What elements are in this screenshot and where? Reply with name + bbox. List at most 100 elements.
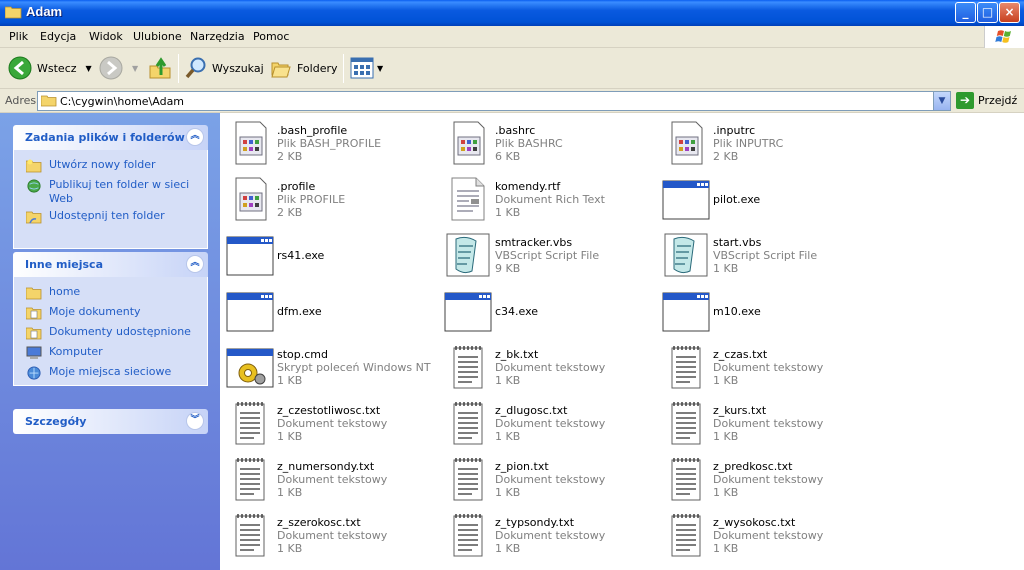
task-publish-web[interactable]: Publikuj ten folder w sieci Web — [14, 178, 207, 209]
file-item[interactable]: .inputrc Plik INPUTRC 2 KB — [656, 115, 866, 165]
file-name[interactable]: z_szerokosc.txt — [277, 516, 361, 529]
forward-button[interactable]: ▼ — [99, 54, 138, 82]
menu-widok[interactable]: Widok — [89, 30, 123, 43]
forward-dropdown-icon[interactable]: ▼ — [132, 64, 138, 73]
new-folder-icon — [26, 159, 42, 173]
txt-file-icon — [662, 399, 710, 447]
menu-narzedzia[interactable]: Narzędzia — [190, 30, 245, 43]
file-item[interactable]: z_czestotliwosc.txt Dokument tekstowy 1 KB — [220, 395, 430, 445]
file-item[interactable]: m10.exe — [656, 283, 866, 333]
file-name[interactable]: z_wysokosc.txt — [713, 516, 795, 529]
file-name[interactable]: z_predkosc.txt — [713, 460, 792, 473]
computer-icon — [26, 346, 42, 359]
file-name[interactable]: .profile — [277, 180, 315, 193]
file-name[interactable]: c34.exe — [495, 305, 538, 318]
file-item[interactable]: komendy.rtf Dokument Rich Text 1 KB — [438, 171, 648, 221]
file-name[interactable]: z_bk.txt — [495, 348, 538, 361]
file-name[interactable]: pilot.exe — [713, 193, 760, 206]
file-size: 1 KB — [277, 374, 303, 387]
file-name[interactable]: start.vbs — [713, 236, 761, 249]
file-name[interactable]: z_typsondy.txt — [495, 516, 574, 529]
file-item[interactable]: .bash_profile Plik BASH_PROFILE 2 KB — [220, 115, 430, 165]
place-label: Dokumenty udostępnione — [49, 325, 191, 338]
file-type: Skrypt poleceń Windows NT — [277, 361, 431, 374]
file-item[interactable]: z_numersondy.txt Dokument tekstowy 1 KB — [220, 451, 430, 501]
file-name[interactable]: dfm.exe — [277, 305, 322, 318]
file-item[interactable]: z_predkosc.txt Dokument tekstowy 1 KB — [656, 451, 866, 501]
file-item[interactable]: z_bk.txt Dokument tekstowy 1 KB — [438, 339, 648, 389]
file-name[interactable]: z_pion.txt — [495, 460, 549, 473]
file-type: Dokument tekstowy — [277, 529, 388, 542]
file-item[interactable]: stop.cmd Skrypt poleceń Windows NT 1 KB — [220, 339, 431, 389]
file-name[interactable]: komendy.rtf — [495, 180, 560, 193]
file-item[interactable]: .profile Plik PROFILE 2 KB — [220, 171, 430, 221]
file-name[interactable]: z_czas.txt — [713, 348, 767, 361]
file-name[interactable]: .bashrc — [495, 124, 535, 137]
file-list: .bash_profile Plik BASH_PROFILE 2 KB .bashr… — [220, 113, 1024, 570]
file-name[interactable]: stop.cmd — [277, 348, 328, 361]
folders-button[interactable]: Foldery — [269, 54, 338, 82]
place-shared-documents[interactable]: Dokumenty udostępnione — [14, 325, 207, 345]
menu-plik[interactable]: Plik — [9, 30, 28, 43]
address-input[interactable]: C:\cygwin\home\Adam ▼ — [37, 91, 951, 111]
views-dropdown-icon[interactable]: ▼ — [377, 64, 383, 73]
task-new-folder[interactable]: Utwórz nowy folder — [14, 158, 207, 178]
address-dropdown-icon[interactable]: ▼ — [933, 92, 950, 110]
file-name[interactable]: .bash_profile — [277, 124, 347, 137]
views-button[interactable]: ▼ — [350, 54, 383, 82]
file-name[interactable]: smtracker.vbs — [495, 236, 572, 249]
file-name[interactable]: z_czestotliwosc.txt — [277, 404, 380, 417]
other-places-header[interactable]: Inne miejsca ︽ — [13, 252, 208, 277]
minimize-button[interactable]: _ — [955, 2, 976, 23]
file-name[interactable]: z_dlugosc.txt — [495, 404, 567, 417]
file-name[interactable]: .inputrc — [713, 124, 755, 137]
place-label: Moje miejsca sieciowe — [49, 365, 172, 378]
search-button[interactable]: Wyszukaj — [184, 54, 264, 82]
address-value[interactable]: C:\cygwin\home\Adam — [60, 95, 184, 108]
details-header[interactable]: Szczegóły ︾ — [13, 409, 208, 434]
file-type: VBScript Script File — [713, 249, 818, 262]
back-button[interactable]: Wstecz ▼ — [8, 54, 92, 82]
address-bar: Adres C:\cygwin\home\Adam ▼ ➔ Przejdź — [0, 89, 1024, 113]
file-name[interactable]: z_kurs.txt — [713, 404, 766, 417]
menu-pomoc[interactable]: Pomoc — [253, 30, 289, 43]
close-button[interactable]: × — [999, 2, 1020, 23]
file-item[interactable]: z_szerokosc.txt Dokument tekstowy 1 KB — [220, 507, 430, 557]
toolbar-separator — [343, 54, 344, 83]
file-name[interactable]: m10.exe — [713, 305, 761, 318]
go-button[interactable]: ➔ Przejdź — [956, 92, 1017, 109]
place-my-documents[interactable]: Moje dokumenty — [14, 305, 207, 325]
file-name[interactable]: z_numersondy.txt — [277, 460, 374, 473]
file-tasks-header[interactable]: Zadania plików i folderów ︽ — [13, 125, 208, 150]
expand-chevron-icon[interactable]: ︾ — [186, 412, 204, 430]
file-item[interactable]: pilot.exe — [656, 171, 866, 221]
up-folder-button[interactable] — [148, 54, 172, 82]
file-item[interactable]: z_wysokosc.txt Dokument tekstowy 1 KB — [656, 507, 866, 557]
back-dropdown-icon[interactable]: ▼ — [86, 64, 92, 73]
file-item[interactable]: start.vbs VBScript Script File 1 KB — [656, 227, 866, 277]
file-item[interactable]: smtracker.vbs VBScript Script File 9 KB — [438, 227, 648, 277]
forward-arrow-icon — [99, 56, 123, 80]
title-bar[interactable]: Adam _ □ × — [0, 0, 1024, 26]
file-item[interactable]: z_typsondy.txt Dokument tekstowy 1 KB — [438, 507, 648, 557]
file-item[interactable]: z_pion.txt Dokument tekstowy 1 KB — [438, 451, 648, 501]
place-computer[interactable]: Komputer — [14, 345, 207, 365]
file-item[interactable]: rs41.exe — [220, 227, 430, 277]
collapse-chevron-icon[interactable]: ︽ — [186, 128, 204, 146]
place-network[interactable]: Moje miejsca sieciowe — [14, 365, 207, 385]
file-item[interactable]: .bashrc Plik BASHRC 6 KB — [438, 115, 648, 165]
go-label: Przejdź — [978, 94, 1018, 107]
collapse-chevron-icon[interactable]: ︽ — [186, 255, 204, 273]
file-type: Dokument Rich Text — [495, 193, 605, 206]
file-name[interactable]: rs41.exe — [277, 249, 324, 262]
file-item[interactable]: z_kurs.txt Dokument tekstowy 1 KB — [656, 395, 866, 445]
task-share-folder[interactable]: Udostępnij ten folder — [14, 209, 207, 229]
file-item[interactable]: z_dlugosc.txt Dokument tekstowy 1 KB — [438, 395, 648, 445]
place-home[interactable]: home — [14, 285, 207, 305]
file-item[interactable]: z_czas.txt Dokument tekstowy 1 KB — [656, 339, 866, 389]
file-item[interactable]: dfm.exe — [220, 283, 430, 333]
menu-ulubione[interactable]: Ulubione — [133, 30, 182, 43]
menu-edycja[interactable]: Edycja — [40, 30, 76, 43]
maximize-button[interactable]: □ — [977, 2, 998, 23]
file-item[interactable]: c34.exe — [438, 283, 648, 333]
